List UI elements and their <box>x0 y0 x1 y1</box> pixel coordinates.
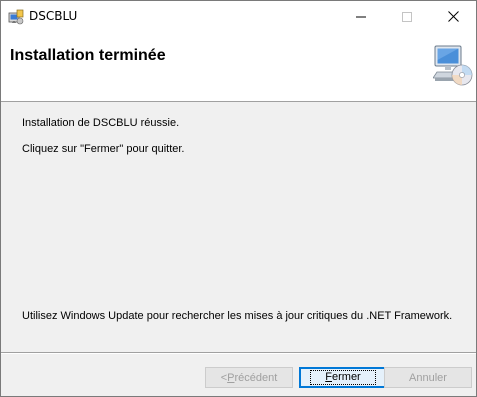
close-button[interactable]: Fermer <box>299 367 387 388</box>
windows-update-note: Utilisez Windows Update pour rechercher … <box>22 310 453 322</box>
window-title: DSCBLU <box>29 9 78 23</box>
page-title: Installation terminée <box>10 47 166 64</box>
footer-divider-highlight <box>1 353 476 354</box>
close-accelerator: F <box>325 371 332 383</box>
close-window-button[interactable] <box>430 1 476 32</box>
close-button-focus: Fermer <box>310 370 376 385</box>
maximize-icon <box>402 11 412 22</box>
previous-label: récédent <box>234 371 278 384</box>
close-instruction: Cliquez sur "Fermer" pour quitter. <box>22 143 185 155</box>
previous-button[interactable]: < Précédent <box>205 367 293 388</box>
close-icon <box>447 11 459 22</box>
previous-accelerator: P <box>227 371 235 384</box>
cancel-button[interactable]: Annuler <box>384 367 472 388</box>
title-bar[interactable]: DSCBLU <box>1 1 476 32</box>
success-message: Installation de DSCBLU réussie. <box>22 117 180 129</box>
installer-icon <box>8 9 24 25</box>
minimize-icon <box>356 16 366 17</box>
maximize-button[interactable] <box>384 1 430 32</box>
minimize-button[interactable] <box>338 1 384 32</box>
computer-cd-icon <box>433 45 473 86</box>
header-banner: Installation terminée <box>1 32 476 102</box>
close-label: ermer <box>332 371 361 383</box>
installer-window: DSCBLU Installation terminée Installatio… <box>0 0 477 397</box>
